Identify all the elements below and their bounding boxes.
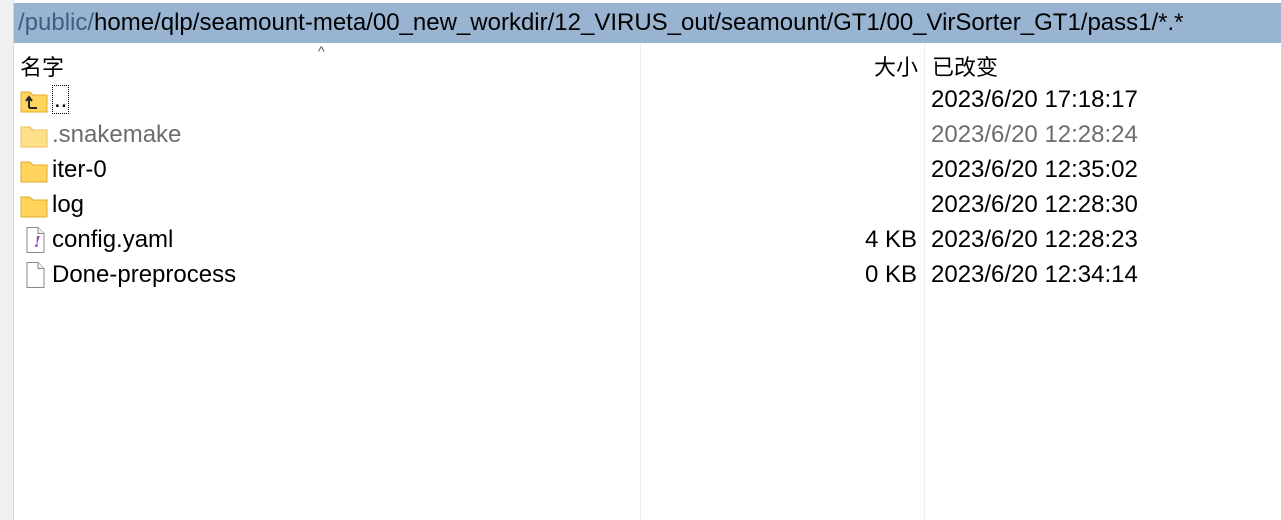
left-pane-edge [0, 0, 14, 520]
file-size: 4 KB [864, 226, 917, 253]
file-row[interactable]: Done-preprocess 0 KB 2023/6/20 12:34:14 [15, 258, 1281, 293]
column-header-name[interactable]: 名字 [20, 50, 64, 82]
sort-ascending-icon: ^ [318, 43, 325, 59]
parent-folder-icon [20, 87, 48, 113]
file-size: 0 KB [864, 261, 917, 288]
file-row[interactable]: .snakemake 2023/6/20 12:28:24 [15, 118, 1281, 153]
file-row[interactable]: log 2023/6/20 12:28:30 [15, 188, 1281, 223]
file-name: iter-0 [52, 156, 107, 183]
file-name: .. [52, 85, 70, 114]
column-header-size[interactable]: 大小 [874, 50, 918, 82]
folder-icon [20, 157, 48, 183]
folder-icon [20, 122, 48, 148]
column-header: 名字 ^ 大小 已改变 [15, 43, 1281, 83]
file-icon [20, 262, 48, 288]
path-bar[interactable]: /public/home/qlp/seamount-meta/00_new_wo… [14, 3, 1281, 43]
file-date: 2023/6/20 12:35:02 [931, 156, 1138, 183]
file-name: log [52, 191, 85, 218]
file-date: 2023/6/20 12:28:30 [931, 191, 1138, 218]
file-name: config.yaml [52, 226, 174, 253]
file-date: 2023/6/20 17:18:17 [931, 86, 1138, 113]
file-date: 2023/6/20 12:34:14 [931, 261, 1138, 288]
path-rest: home/qlp/seamount-meta/00_new_workdir/12… [94, 9, 1184, 36]
file-list[interactable]: 名字 ^ 大小 已改变 .. 2023/6/20 17:18:17 .snake… [15, 43, 1281, 520]
file-name: .snakemake [52, 121, 182, 148]
file-name: Done-preprocess [52, 261, 237, 288]
file-row-parent[interactable]: .. 2023/6/20 17:18:17 [15, 83, 1281, 118]
yaml-file-icon: ! [20, 227, 48, 253]
svg-text:!: ! [34, 233, 41, 251]
file-row[interactable]: ! config.yaml 4 KB 2023/6/20 12:28:23 [15, 223, 1281, 258]
column-header-date[interactable]: 已改变 [932, 50, 998, 82]
path-prefix: /public/ [18, 9, 95, 36]
file-date: 2023/6/20 12:28:23 [931, 226, 1138, 253]
file-row[interactable]: iter-0 2023/6/20 12:35:02 [15, 153, 1281, 188]
folder-icon [20, 192, 48, 218]
file-date: 2023/6/20 12:28:24 [931, 121, 1138, 148]
